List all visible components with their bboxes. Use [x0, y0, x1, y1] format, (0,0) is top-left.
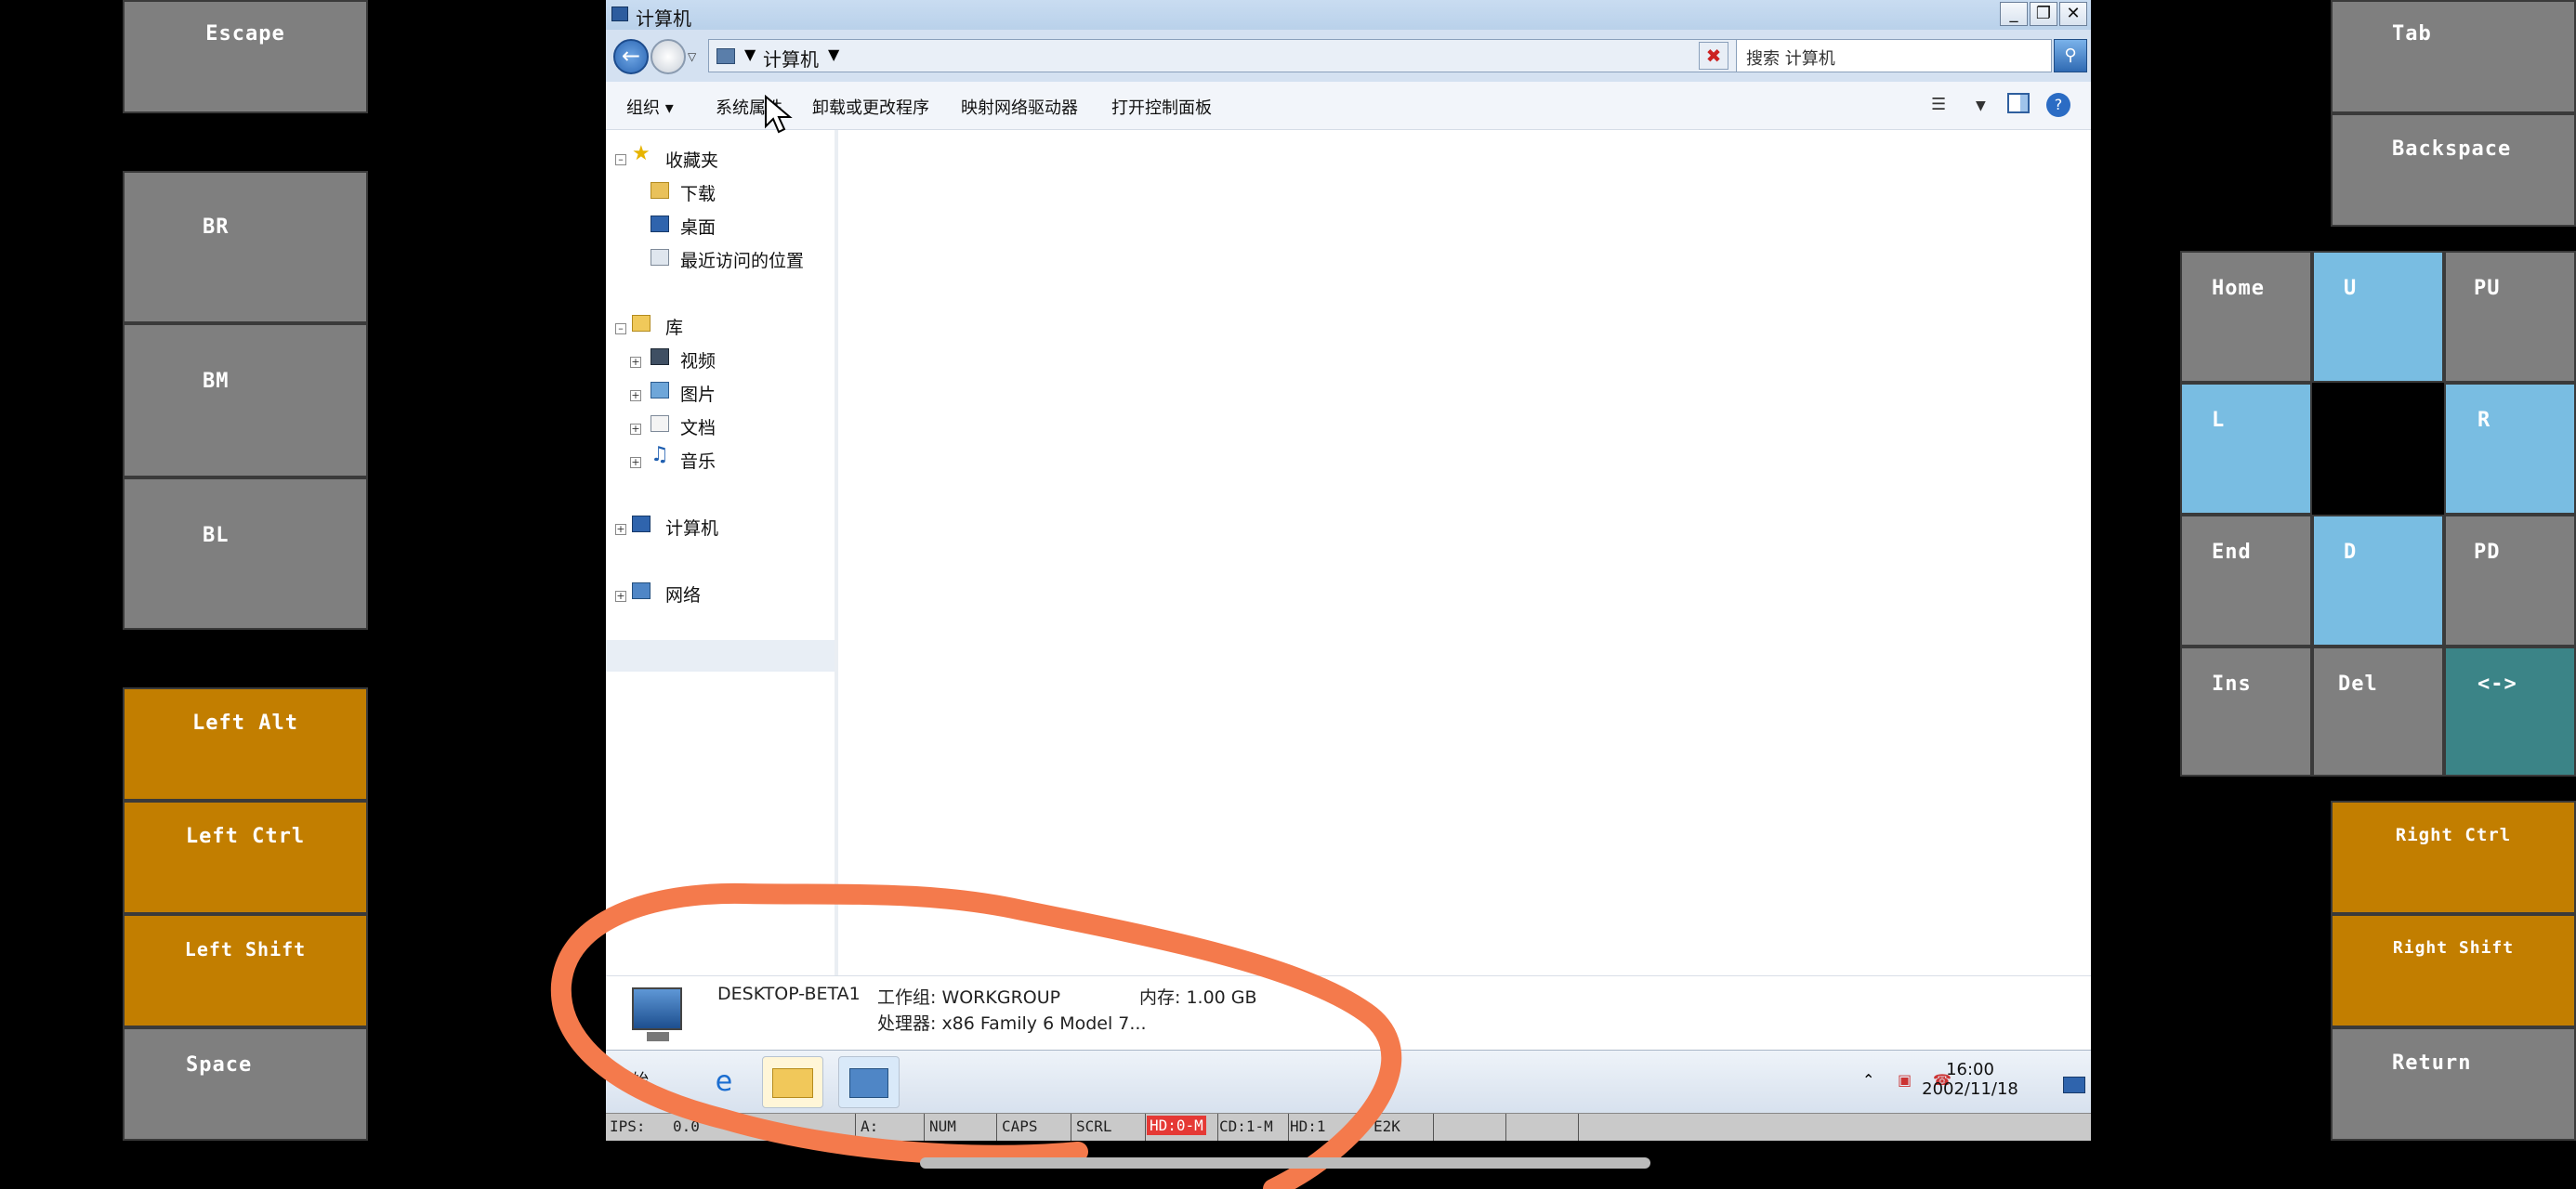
annotation-scribble [550, 882, 1402, 1189]
scroll-indicator [920, 1157, 1650, 1169]
